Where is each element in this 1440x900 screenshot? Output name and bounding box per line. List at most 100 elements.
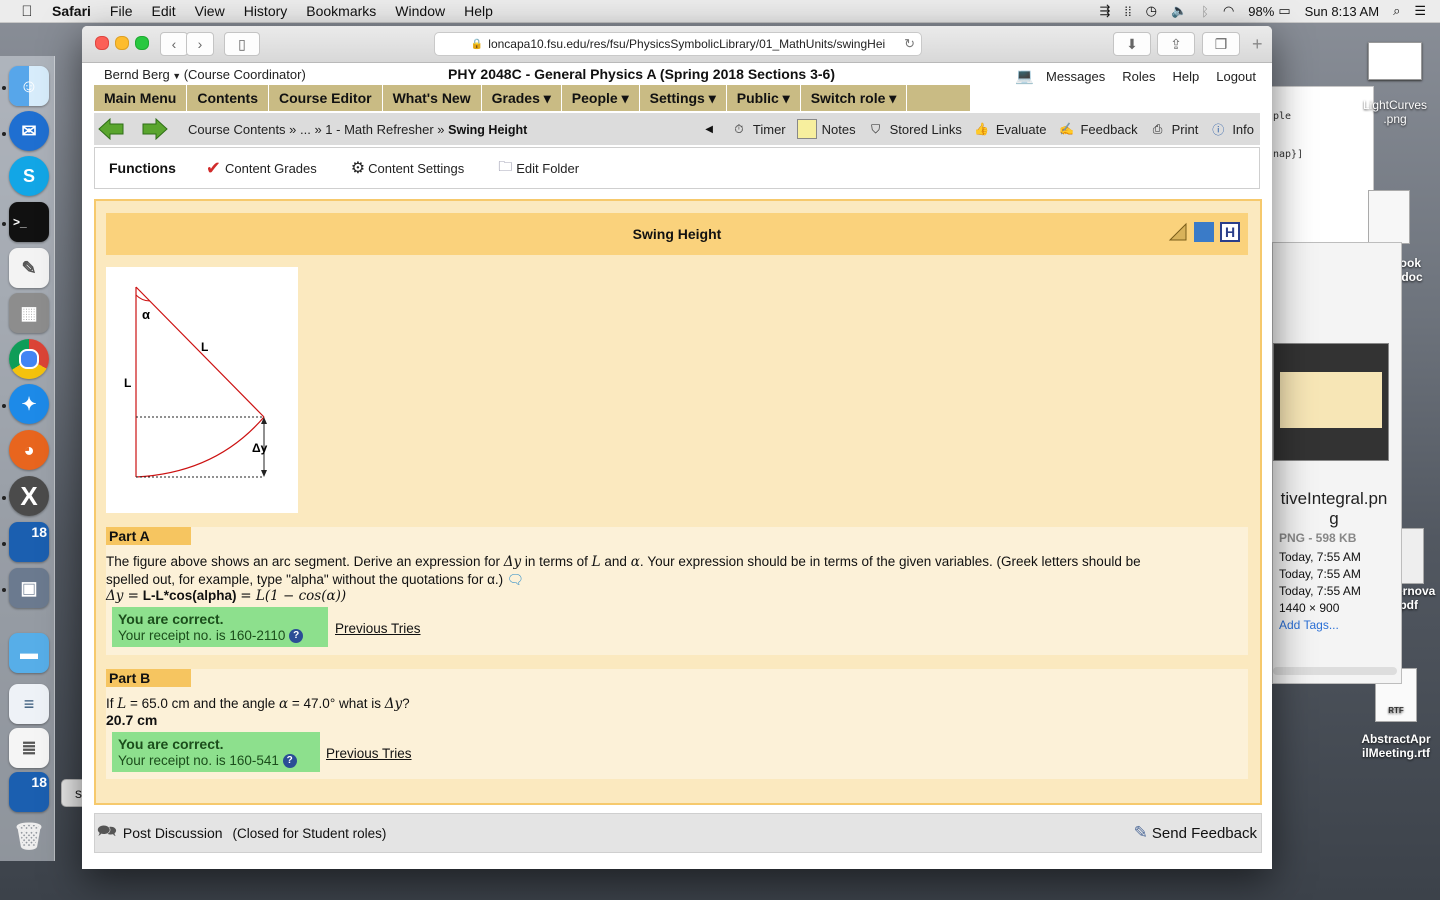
- close-window-button[interactable]: [95, 36, 109, 50]
- zoom-window-button[interactable]: [135, 36, 149, 50]
- skype-icon[interactable]: S: [9, 156, 49, 196]
- preview-icon[interactable]: ▣: [9, 568, 49, 608]
- document-thumb-icon[interactable]: ≣: [9, 728, 49, 768]
- info-tool[interactable]: ⓘ Info: [1209, 120, 1254, 138]
- minimize-window-button[interactable]: [115, 36, 129, 50]
- battery-icon[interactable]: ▭: [1278, 3, 1290, 19]
- messages-link[interactable]: Messages: [1046, 69, 1105, 84]
- back-button[interactable]: ‹: [160, 32, 188, 56]
- desktop-file-doc[interactable]: ook .doc: [1368, 190, 1440, 284]
- nav-whats-new[interactable]: What's New: [383, 85, 482, 111]
- maple-worksheet-icon[interactable]: 18: [9, 772, 49, 812]
- menu-view[interactable]: View: [195, 3, 225, 19]
- problem-title-bar: Swing Height H: [106, 213, 1248, 255]
- new-tab-button[interactable]: +: [1252, 34, 1263, 55]
- menu-bookmarks[interactable]: Bookmarks: [306, 3, 376, 19]
- help-icon[interactable]: ?: [282, 754, 297, 769]
- address-bar[interactable]: 🔒 loncapa10.fsu.edu/res/fsu/PhysicsSymbo…: [434, 32, 922, 56]
- nav-contents[interactable]: Contents: [187, 85, 270, 111]
- document-thumb-icon[interactable]: ≡: [9, 684, 49, 724]
- help-link[interactable]: Help: [1172, 69, 1199, 84]
- volume-icon[interactable]: 🔈: [1171, 3, 1187, 19]
- notification-center-icon[interactable]: ☰: [1414, 3, 1426, 19]
- bluetooth-icon[interactable]: ᛒ: [1201, 4, 1209, 19]
- desktop-file-pdf[interactable]: ernova .pdf: [1396, 528, 1440, 612]
- evaluate-tool[interactable]: 👍 Evaluate: [973, 120, 1046, 138]
- menu-window[interactable]: Window: [395, 3, 445, 19]
- edit-folder-link[interactable]: 🗀 Edit Folder: [498, 156, 579, 180]
- part-b-previous-tries-link[interactable]: Previous Tries: [326, 746, 412, 761]
- menu-app-name[interactable]: Safari: [52, 3, 91, 19]
- time-machine-icon[interactable]: ◷: [1146, 3, 1157, 19]
- reload-icon[interactable]: ↻: [904, 36, 915, 52]
- send-feedback-link[interactable]: ✎ Send Feedback: [1134, 823, 1257, 843]
- nav-people[interactable]: People ▾: [562, 85, 640, 111]
- folder-icon[interactable]: ▬: [9, 633, 49, 673]
- collapse-tools-icon[interactable]: ◀: [705, 124, 713, 135]
- safari-icon[interactable]: ✦: [9, 384, 49, 424]
- breadcrumb-path[interactable]: Course Contents » ... » 1 - Math Refresh…: [188, 122, 445, 137]
- finder-scrollbar[interactable]: [1273, 667, 1397, 675]
- homework-h-icon[interactable]: H: [1220, 222, 1240, 242]
- menu-history[interactable]: History: [244, 3, 288, 19]
- messages-icon[interactable]: 💻: [1015, 67, 1034, 85]
- discussion-bubble-icon: 🗪: [97, 822, 117, 840]
- share-button[interactable]: ⇪: [1157, 32, 1195, 56]
- textedit-icon[interactable]: ✎: [9, 248, 49, 288]
- firefox-icon[interactable]: ◕: [9, 430, 49, 470]
- calculator-icon[interactable]: ▦: [9, 293, 49, 333]
- post-discussion-label[interactable]: Post Discussion: [123, 825, 223, 841]
- dropdown-caret-icon[interactable]: ▼: [170, 71, 184, 81]
- thunderbird-icon[interactable]: ✉: [9, 111, 49, 151]
- stored-links-tool[interactable]: ⛉ Stored Links: [867, 120, 962, 138]
- terminal-icon[interactable]: >_: [9, 202, 49, 242]
- timer-tool[interactable]: ⏱ Timer: [730, 120, 785, 138]
- user-name-menu[interactable]: Bernd Berg: [104, 67, 170, 82]
- problem-container: Swing Height H α L L Δy Part A The figur…: [94, 199, 1262, 805]
- tabs-overview-button[interactable]: ❐: [1202, 32, 1240, 56]
- chrome-icon[interactable]: [9, 339, 49, 379]
- downloads-button[interactable]: ⬇: [1113, 32, 1151, 56]
- nav-grades[interactable]: Grades ▾: [482, 85, 562, 111]
- x11-icon[interactable]: X: [9, 476, 49, 516]
- finder-icon[interactable]: ☺: [9, 66, 49, 106]
- previous-resource-arrow-icon[interactable]: [98, 118, 124, 140]
- note-icon[interactable]: 🗨: [507, 572, 524, 587]
- apple-menu-icon[interactable]: : [18, 3, 36, 20]
- part-a-question: The figure above shows an arc segment. D…: [106, 554, 1141, 587]
- nav-settings[interactable]: Settings ▾: [640, 85, 727, 111]
- clock[interactable]: Sun 8:13 AM: [1305, 4, 1379, 19]
- nav-public[interactable]: Public ▾: [727, 85, 801, 111]
- feedback-tool[interactable]: ✍ Feedback: [1057, 120, 1138, 138]
- menu-file[interactable]: File: [110, 3, 133, 19]
- print-tool[interactable]: ⎙ Print: [1149, 120, 1199, 138]
- roles-link[interactable]: Roles: [1122, 69, 1155, 84]
- wifi-icon[interactable]: ◠: [1223, 3, 1234, 19]
- content-settings-link[interactable]: ⚙ Content Settings: [351, 158, 464, 178]
- nav-switch-role[interactable]: Switch role ▾: [801, 85, 908, 111]
- notes-tool[interactable]: Notes: [796, 119, 856, 139]
- airplay-icon[interactable]: ⇶: [1099, 3, 1110, 19]
- part-b-correct-box: You are correct. Your receipt no. is 160…: [112, 732, 320, 773]
- help-icon[interactable]: ?: [289, 629, 304, 644]
- sidebar-toggle-button[interactable]: ▯: [224, 32, 260, 56]
- menu-edit[interactable]: Edit: [151, 3, 175, 19]
- forward-button[interactable]: ›: [186, 32, 214, 56]
- content-grades-link[interactable]: ✔ Content Grades: [206, 158, 317, 179]
- nav-main-menu[interactable]: Main Menu: [94, 85, 188, 111]
- menu-help[interactable]: Help: [464, 3, 493, 19]
- activity-icon[interactable]: ⁞⁞: [1124, 4, 1131, 19]
- next-resource-arrow-icon[interactable]: [142, 118, 168, 140]
- rendered-answer: = L(1 − cos(α)): [240, 588, 347, 604]
- spotlight-icon[interactable]: ⌕: [1393, 3, 1400, 19]
- discussion-icon[interactable]: [1194, 222, 1214, 242]
- part-a-previous-tries-link[interactable]: Previous Tries: [335, 621, 421, 636]
- trash-icon[interactable]: 🗑: [9, 816, 49, 856]
- ruler-triangle-icon[interactable]: [1168, 222, 1188, 242]
- maple-icon[interactable]: 18: [9, 522, 49, 562]
- desktop-file-lightcurves[interactable]: LightCurves .png: [1350, 42, 1440, 126]
- finder-add-tags-link[interactable]: Add Tags...: [1279, 618, 1339, 632]
- logout-link[interactable]: Logout: [1216, 69, 1256, 84]
- battery-percent[interactable]: 98%: [1248, 4, 1274, 19]
- nav-course-editor[interactable]: Course Editor: [269, 85, 383, 111]
